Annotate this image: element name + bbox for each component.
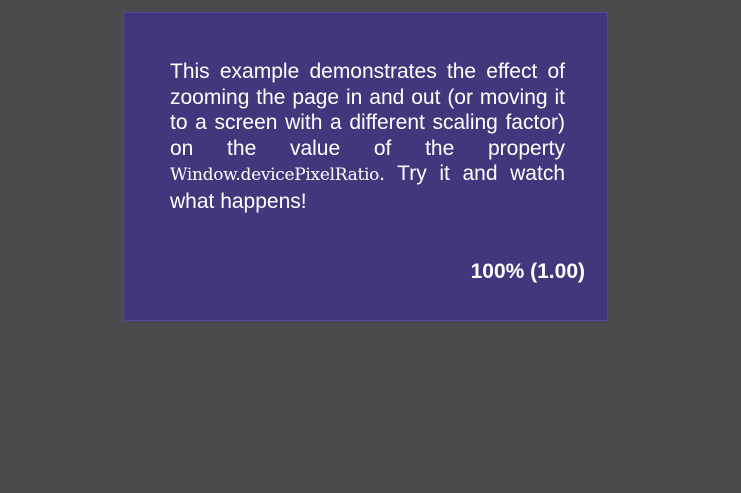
pixel-ratio-readout: 100% (1.00) (470, 260, 585, 283)
property-code: Window.devicePixelRatio (170, 165, 380, 185)
description-lead: This example demonstrates the effect of … (170, 60, 565, 160)
description-text: This example demonstrates the effect of … (170, 59, 565, 214)
pixel-ratio-panel: This example demonstrates the effect of … (123, 12, 608, 321)
